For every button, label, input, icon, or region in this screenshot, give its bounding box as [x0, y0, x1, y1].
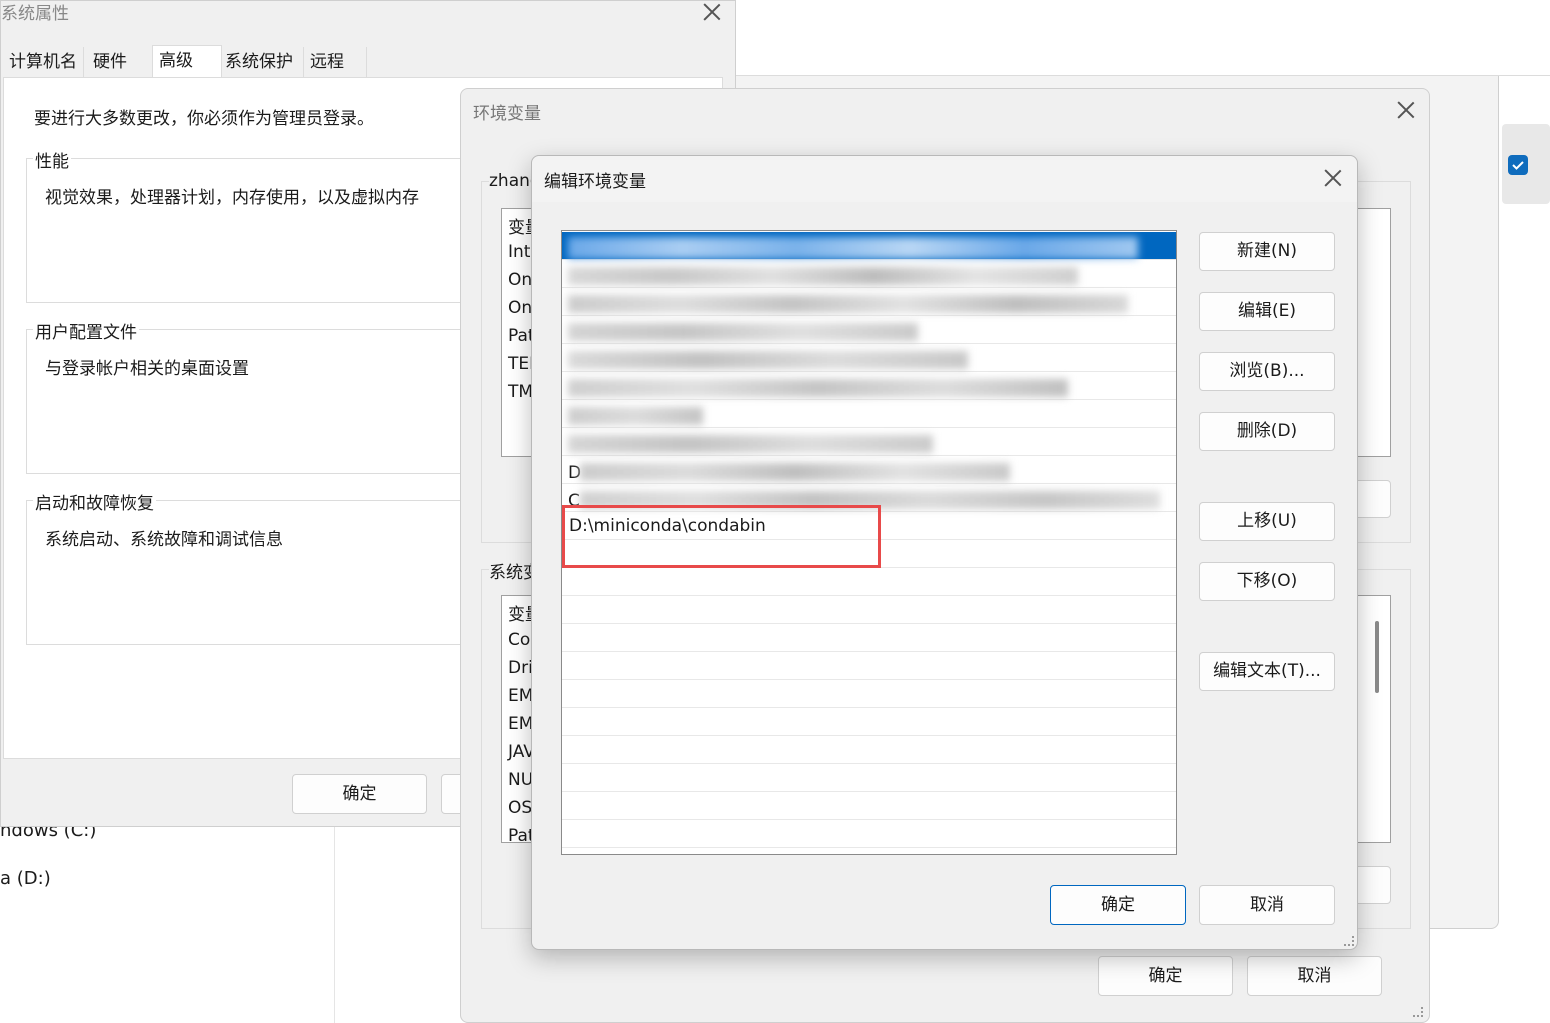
redacted-path [568, 379, 1068, 397]
startup-group: 启动和故障恢复 系统启动、系统故障和调试信息 [26, 489, 486, 645]
edit-environment-variable-dialog: 编辑环境变量 D C D:\miniconda\condabin 新建(N) 编… [531, 155, 1358, 950]
system-var-row[interactable]: EM [508, 714, 533, 734]
user-profiles-title: 用户配置文件 [33, 318, 139, 343]
drive-d-item[interactable]: a (D:) [0, 868, 51, 889]
user-var-row[interactable]: Int [508, 242, 530, 262]
edit-dialog-ok-button[interactable]: 确定 [1050, 885, 1186, 925]
list-item[interactable] [562, 736, 1176, 764]
system-properties-ok-button[interactable]: 确定 [292, 774, 427, 814]
environment-variables-close-icon[interactable] [1395, 99, 1417, 121]
system-var-row[interactable]: Dri [508, 658, 533, 678]
explorer-background [0, 826, 460, 1023]
list-item[interactable] [562, 792, 1176, 820]
user-profiles-group: 用户配置文件 与登录帐户相关的桌面设置 [26, 318, 486, 474]
performance-desc: 视觉效果，处理器计划，内存使用，以及虚拟内存 [45, 188, 419, 208]
environment-variables-title: 环境变量 [473, 104, 541, 124]
tab-hardware[interactable]: 硬件 [87, 47, 133, 77]
new-button[interactable]: 新建(N) [1199, 232, 1335, 271]
system-var-row[interactable]: OS [508, 798, 532, 818]
system-properties-title: 系统属性 [1, 4, 69, 24]
system-var-row[interactable]: EM [508, 686, 533, 706]
edit-button[interactable]: 编辑(E) [1199, 292, 1335, 331]
move-up-button[interactable]: 上移(U) [1199, 502, 1335, 541]
tab-system-protection[interactable]: 系统保护 [219, 47, 299, 77]
edit-dialog-titlebar [532, 156, 1357, 202]
environment-variables-ok-button[interactable]: 确定 [1098, 956, 1233, 996]
edit-dialog-cancel-button[interactable]: 取消 [1199, 885, 1335, 925]
redacted-path [568, 407, 703, 425]
redacted-path [568, 295, 1128, 313]
edit-text-button[interactable]: 编辑文本(T)... [1199, 652, 1335, 691]
move-down-button[interactable]: 下移(O) [1199, 562, 1335, 601]
redacted-path [568, 323, 918, 341]
system-var-row[interactable]: NU [508, 770, 533, 790]
system-var-row[interactable]: Co [508, 630, 530, 650]
user-var-row[interactable]: TM [508, 382, 533, 402]
background-top-strip [736, 0, 1550, 76]
resize-grip-icon[interactable] [1413, 1007, 1423, 1017]
environment-variables-cancel-button[interactable]: 取消 [1247, 956, 1382, 996]
redacted-path [568, 351, 968, 369]
system-properties-close-icon[interactable] [701, 1, 723, 23]
edit-dialog-close-icon[interactable] [1322, 167, 1344, 189]
system-vars-scrollbar-thumb[interactable] [1375, 621, 1379, 693]
user-var-row[interactable]: On [508, 270, 532, 290]
explorer-divider [334, 826, 335, 1023]
list-item[interactable] [562, 764, 1176, 792]
tab-remote[interactable]: 远程 [303, 47, 367, 77]
list-item[interactable] [562, 624, 1176, 652]
list-item[interactable] [562, 596, 1176, 624]
tab-computer-name[interactable]: 计算机名 [3, 47, 84, 77]
redacted-path [568, 435, 933, 453]
tab-advanced[interactable]: 高级 [152, 45, 222, 79]
list-item[interactable] [562, 820, 1176, 848]
delete-button[interactable]: 删除(D) [1199, 412, 1335, 451]
startup-desc: 系统启动、系统故障和调试信息 [45, 530, 283, 550]
checkbox-checked-icon[interactable] [1508, 155, 1528, 175]
list-item[interactable] [562, 680, 1176, 708]
redacted-selected-path [568, 237, 1138, 259]
user-var-row[interactable]: On [508, 298, 532, 318]
list-item[interactable] [562, 568, 1176, 596]
performance-title: 性能 [33, 147, 71, 172]
resize-grip-icon[interactable] [1344, 936, 1354, 946]
browse-button[interactable]: 浏览(B)... [1199, 352, 1335, 391]
list-item[interactable] [562, 708, 1176, 736]
user-profiles-desc: 与登录帐户相关的桌面设置 [45, 359, 249, 379]
admin-notice: 要进行大多数更改，你必须作为管理员登录。 [34, 109, 374, 129]
edit-dialog-title: 编辑环境变量 [544, 172, 646, 192]
performance-group: 性能 视觉效果，处理器计划，内存使用，以及虚拟内存 [26, 147, 486, 303]
highlight-box [562, 505, 881, 568]
redacted-path [580, 463, 1010, 481]
list-item[interactable] [562, 652, 1176, 680]
redacted-path [568, 267, 1078, 285]
startup-title: 启动和故障恢复 [33, 489, 156, 514]
